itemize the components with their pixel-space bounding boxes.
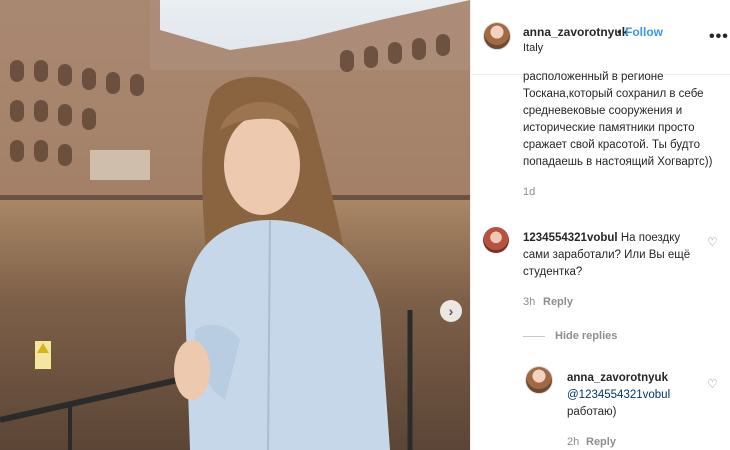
follow-button[interactable]: Follow bbox=[625, 25, 663, 39]
comment-body: 1234554321vobul На поездку сами заработа… bbox=[523, 230, 698, 281]
reply-username[interactable]: anna_zavorotnyuk bbox=[567, 372, 668, 384]
post-header: anna_zavorotnyuk • Follow Italy ••• bbox=[471, 0, 730, 75]
woman-figure bbox=[150, 70, 410, 450]
chevron-right-icon: › bbox=[448, 303, 454, 319]
heart-icon[interactable]: ♡ bbox=[707, 236, 719, 248]
reply-button[interactable]: Reply bbox=[543, 296, 573, 308]
location-link[interactable]: Italy bbox=[523, 42, 543, 54]
reply-timestamp[interactable]: 2h bbox=[567, 436, 579, 448]
hide-replies-button[interactable]: Hide replies bbox=[555, 330, 617, 342]
post-sidebar: anna_zavorotnyuk • Follow Italy ••• расп… bbox=[470, 0, 730, 450]
avatar[interactable] bbox=[525, 366, 553, 394]
warning-sign bbox=[34, 340, 52, 370]
heart-icon[interactable]: ♡ bbox=[707, 378, 719, 390]
avatar[interactable] bbox=[483, 22, 511, 50]
caption-timestamp[interactable]: 1d bbox=[523, 186, 535, 198]
avatar[interactable] bbox=[483, 227, 509, 253]
comment-timestamp[interactable]: 3h bbox=[523, 296, 535, 308]
post-photo[interactable]: › bbox=[0, 0, 470, 450]
comment-username[interactable]: 1234554321vobul bbox=[523, 232, 618, 244]
reply-button[interactable]: Reply bbox=[586, 436, 616, 448]
mention-link[interactable]: @1234554321vobul bbox=[567, 389, 670, 401]
caption-text: расположенный в регионе Тоскана,который … bbox=[523, 71, 713, 168]
next-photo-button[interactable]: › bbox=[440, 300, 462, 322]
more-horizontal-icon[interactable]: ••• bbox=[709, 28, 729, 46]
reply-text: работаю) bbox=[567, 406, 617, 418]
separator-dot: • bbox=[617, 25, 622, 39]
author-username[interactable]: anna_zavorotnyuk bbox=[523, 25, 628, 39]
divider bbox=[523, 336, 545, 337]
